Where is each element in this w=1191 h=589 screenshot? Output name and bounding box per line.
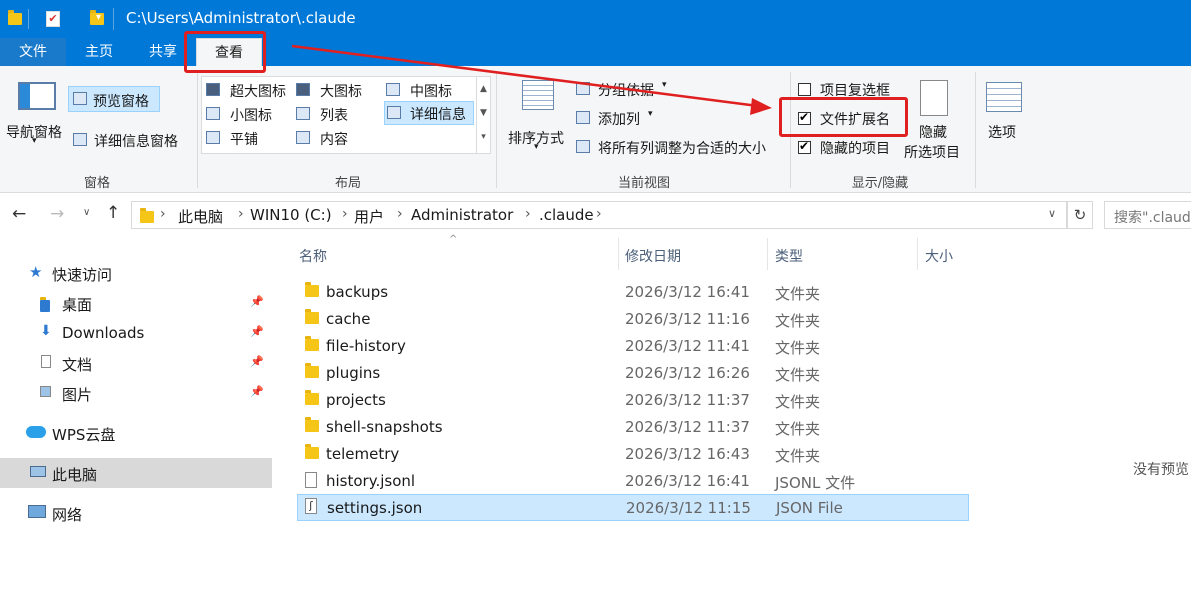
annotation-arrow-head [750,98,772,115]
annotation-arrow-line [291,44,759,108]
annotation-arrow [291,44,772,115]
